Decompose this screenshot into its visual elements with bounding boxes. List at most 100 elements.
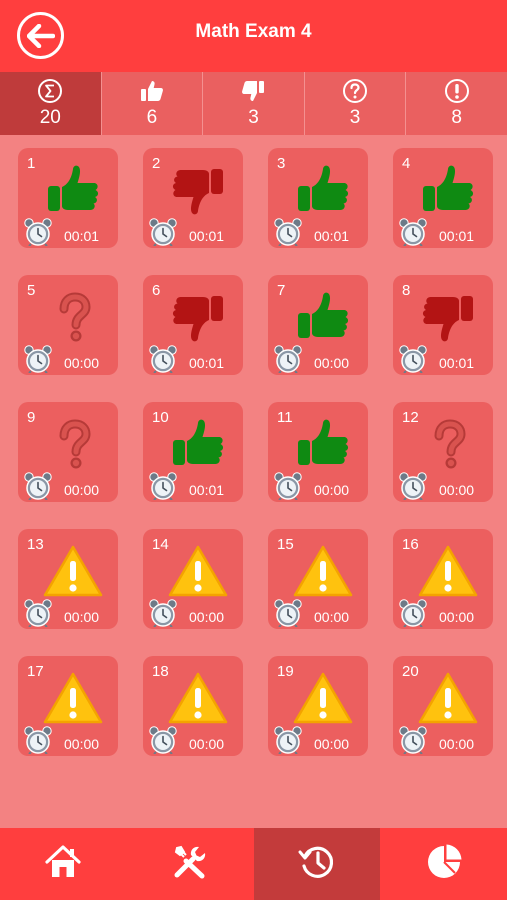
stat-filter-thumbs-down[interactable]: 3 [203,72,305,135]
thumbs-up-icon [48,165,99,211]
question-status [417,416,479,472]
warning-icon [418,545,478,597]
question-card[interactable]: 20 00:00 [393,656,493,756]
warning-icon [293,672,353,724]
warning-icon [43,672,103,724]
pie-chart-icon [425,843,463,886]
question-status [167,543,229,599]
stat-filter-exclamation[interactable]: 8 [406,72,507,135]
bottom-tab-bar [0,828,507,900]
alarm-clock-icon [399,726,427,755]
tools-icon [171,843,209,886]
question-time: 00:01 [439,355,475,371]
tab-home[interactable] [0,828,127,900]
thumbs-up-icon [139,78,165,104]
question-card[interactable]: 14 00:00 [143,529,243,629]
question-card[interactable]: 12 00:00 [393,402,493,502]
stat-count: 3 [248,107,259,128]
tab-pie-chart[interactable] [380,828,507,900]
question-number: 3 [277,155,286,172]
stat-filter-thumbs-up[interactable]: 6 [102,72,204,135]
thumbs-up-icon [423,165,474,211]
warning-icon [293,545,353,597]
question-card[interactable]: 8 00:01 [393,275,493,375]
question-time: 00:01 [189,355,225,371]
question-card[interactable]: 9 00:00 [18,402,118,502]
alarm-clock-icon [24,472,52,501]
question-number: 2 [152,155,161,172]
question-card[interactable]: 4 00:01 [393,148,493,248]
question-time: 00:00 [314,482,350,498]
alarm-clock-icon [149,345,177,374]
question-time: 00:00 [439,482,475,498]
alarm-clock-icon [274,345,302,374]
thumbs-down-icon [172,296,223,342]
question-time: 00:00 [64,482,100,498]
question-number: 9 [27,409,36,426]
question-status [292,416,354,472]
question-time: 00:00 [189,736,225,752]
question-status [417,543,479,599]
warning-icon [168,545,228,597]
question-time: 00:01 [189,228,225,244]
sigma-icon [37,78,63,104]
question-time: 00:01 [439,228,475,244]
stat-filter-question[interactable]: 3 [305,72,407,135]
question-time: 00:00 [314,736,350,752]
question-status [42,289,104,345]
question-number: 11 [277,409,293,426]
stat-count: 6 [146,107,158,128]
question-status [292,162,354,218]
question-card[interactable]: 5 00:00 [18,275,118,375]
exclamation-icon [444,78,470,104]
alarm-clock-icon [399,472,427,501]
question-status [292,543,354,599]
question-icon [342,78,368,104]
question-card[interactable]: 7 00:00 [268,275,368,375]
home-icon [44,844,82,885]
question-status [167,289,229,345]
question-status [42,670,104,726]
question-card[interactable]: 10 00:01 [143,402,243,502]
question-time: 00:00 [64,609,100,625]
question-mark-icon [434,419,466,469]
tab-history[interactable] [253,828,381,900]
question-card[interactable]: 11 00:00 [268,402,368,502]
alarm-clock-icon [274,218,302,247]
question-card[interactable]: 17 00:00 [18,656,118,756]
tab-tools[interactable] [127,828,254,900]
question-mark-icon [59,292,91,342]
thumbs-up-icon [298,292,349,338]
question-status [417,670,479,726]
warning-icon [418,672,478,724]
alarm-clock-icon [24,599,52,628]
question-card[interactable]: 18 00:00 [143,656,243,756]
question-number: 5 [27,282,36,299]
question-number: 7 [277,282,286,299]
thumbs-up-icon [173,419,224,465]
stat-filter-sigma[interactable]: 20 [0,72,102,135]
question-card[interactable]: 19 00:00 [268,656,368,756]
question-card[interactable]: 15 00:00 [268,529,368,629]
stat-count: 8 [451,107,462,128]
question-time: 00:00 [314,609,350,625]
question-time: 00:01 [64,228,100,244]
question-status [292,289,354,345]
question-status [42,162,104,218]
question-card[interactable]: 3 00:01 [268,148,368,248]
question-card[interactable]: 13 00:00 [18,529,118,629]
alarm-clock-icon [399,345,427,374]
alarm-clock-icon [149,472,177,501]
thumbs-up-icon [298,419,349,465]
question-card[interactable]: 16 00:00 [393,529,493,629]
question-status [167,670,229,726]
question-card[interactable]: 1 00:01 [18,148,118,248]
question-card[interactable]: 2 00:01 [143,148,243,248]
alarm-clock-icon [149,599,177,628]
question-card[interactable]: 6 00:01 [143,275,243,375]
alarm-clock-icon [399,218,427,247]
question-time: 00:01 [314,228,350,244]
alarm-clock-icon [149,218,177,247]
alarm-clock-icon [274,472,302,501]
question-status [167,162,229,218]
